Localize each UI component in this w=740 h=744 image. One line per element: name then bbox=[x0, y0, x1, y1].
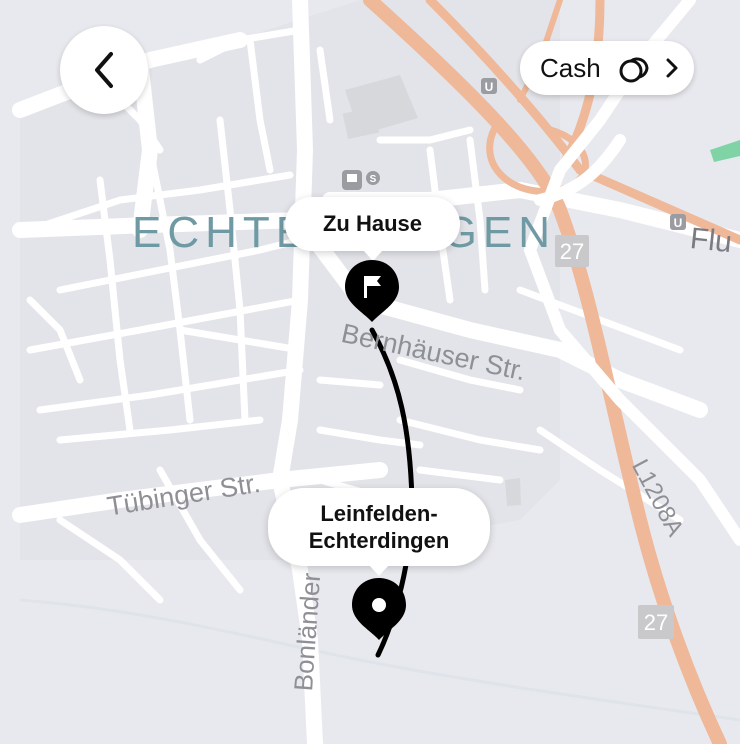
origin-label-bubble[interactable]: Leinfelden- Echterdingen bbox=[268, 488, 490, 576]
cash-coins-icon bbox=[619, 57, 649, 83]
payment-method-label: Cash bbox=[540, 52, 601, 83]
back-button[interactable] bbox=[60, 26, 148, 114]
subway-badge: U bbox=[674, 216, 683, 230]
location-pin-icon bbox=[372, 598, 386, 612]
chevron-right-icon bbox=[666, 58, 678, 78]
origin-pin[interactable] bbox=[350, 576, 408, 642]
road-number-badge: 27 bbox=[560, 239, 584, 264]
origin-label-line1: Leinfelden- bbox=[320, 501, 438, 526]
destination-label: Zu Hause bbox=[322, 211, 423, 236]
suburban-rail-badge: S bbox=[370, 174, 377, 185]
street-label-flu: Flu bbox=[688, 222, 734, 260]
road-number-badge: 27 bbox=[644, 610, 668, 635]
destination-pin[interactable] bbox=[343, 258, 401, 324]
destination-label-bubble[interactable]: Zu Hause bbox=[285, 197, 460, 261]
subway-badge: U bbox=[485, 80, 494, 94]
origin-label-line2: Echterdingen bbox=[308, 528, 450, 553]
payment-method-button[interactable]: Cash bbox=[520, 41, 694, 95]
chevron-left-icon bbox=[95, 52, 113, 88]
